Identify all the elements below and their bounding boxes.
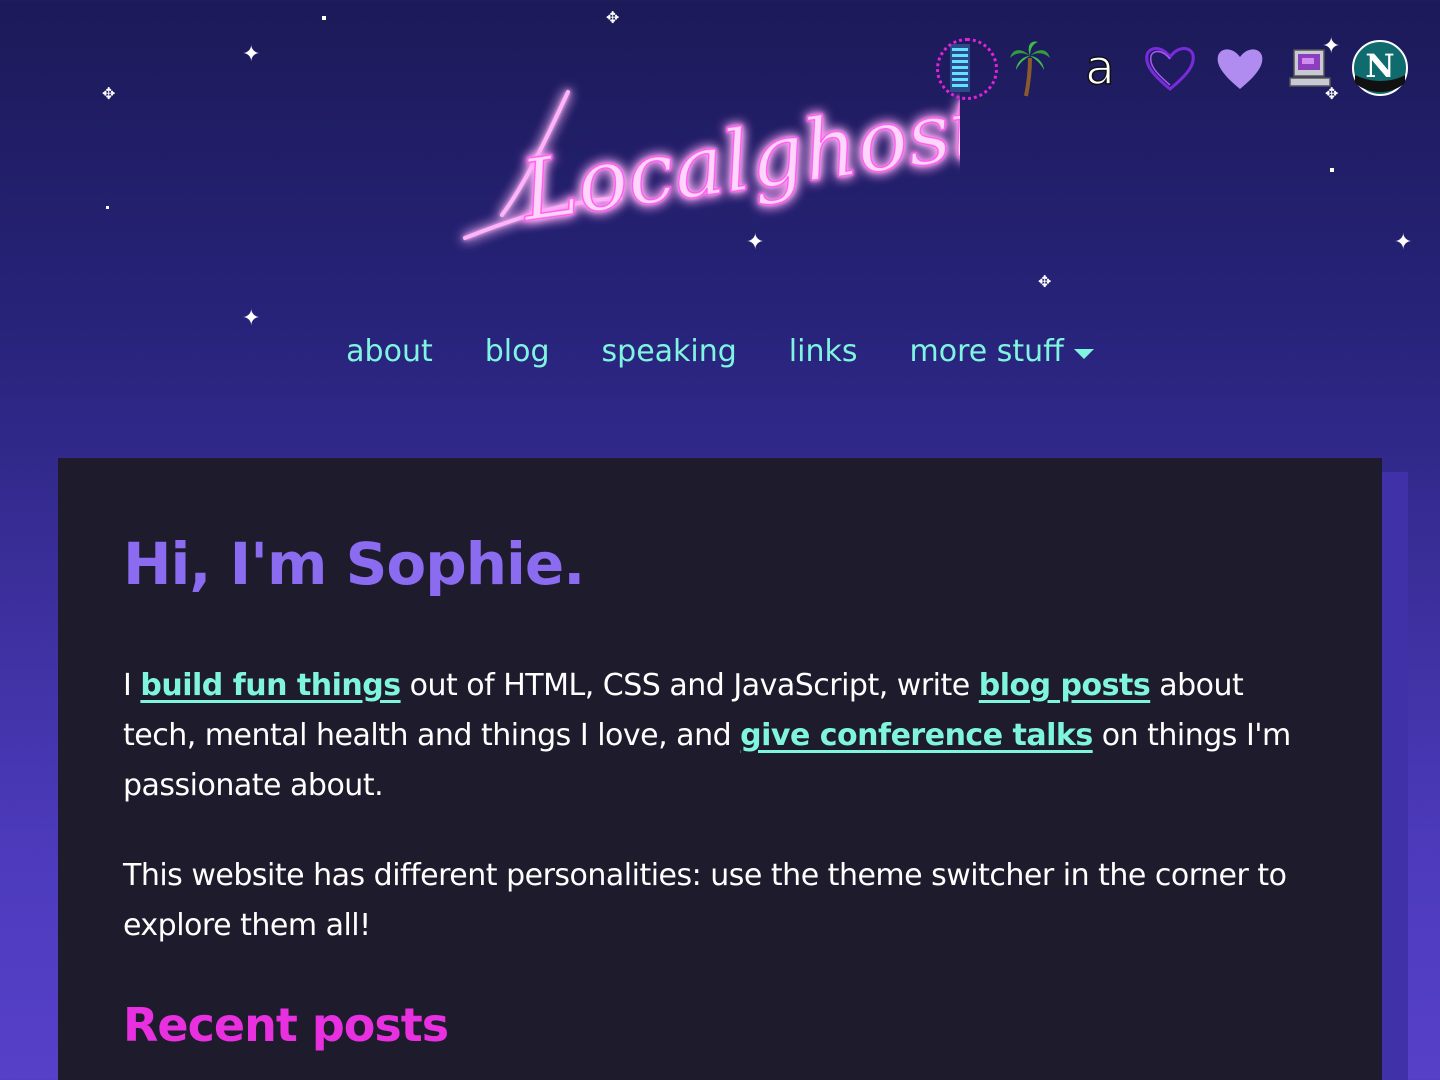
netscape-icon: N (1352, 40, 1408, 96)
sparkle-icon: ✦ (242, 42, 261, 67)
nav-blog[interactable]: blog (485, 334, 550, 369)
sparkle-icon: ✥ (1038, 272, 1052, 291)
intro-card: Hi, I'm Sophie. I build fun things out o… (58, 458, 1382, 1080)
caret-down-icon (1073, 348, 1094, 359)
recent-posts-heading: Recent posts (123, 998, 449, 1052)
nav-more-stuff[interactable]: more stuff (909, 334, 1094, 369)
nav-more-stuff-label: more stuff (909, 334, 1064, 369)
sparkle-icon: ✥ (102, 84, 116, 103)
personalities-paragraph: This website has different personalities… (123, 858, 1287, 943)
star-dot (322, 16, 326, 20)
nav-about[interactable]: about (346, 334, 433, 369)
theme-switcher: a N (930, 36, 1410, 100)
letter-a-icon: a (1085, 40, 1116, 96)
sparkle-icon: ✦ (1394, 230, 1413, 255)
theme-option-a[interactable]: a (1070, 36, 1130, 100)
server-rack-icon (950, 44, 970, 92)
intro-text: out of HTML, CSS and JavaScript, write (400, 668, 979, 703)
build-fun-things-link[interactable]: build fun things (140, 668, 401, 703)
conference-talks-link[interactable]: give conference talks (740, 718, 1093, 753)
palm-tree-icon (1010, 41, 1050, 97)
intro-text: I (123, 668, 141, 703)
theme-option-computer[interactable] (1280, 36, 1340, 100)
main-nav: about blog speaking links more stuff (0, 334, 1440, 369)
retro-computer-icon (1289, 49, 1331, 87)
nav-speaking[interactable]: speaking (602, 334, 737, 369)
intro-paragraph: I build fun things out of HTML, CSS and … (123, 661, 1318, 811)
sparkle-icon: ✥ (606, 8, 620, 27)
sparkle-icon: ✦ (242, 306, 261, 331)
logo-text: Localghost (513, 78, 960, 240)
star-dot (1330, 168, 1334, 172)
theme-option-palm[interactable] (1000, 36, 1060, 100)
page-title: Hi, I'm Sophie. (123, 530, 585, 598)
theme-option-netscape[interactable]: N (1350, 36, 1410, 100)
theme-option-heart-outline[interactable] (1140, 36, 1200, 100)
theme-option-heart[interactable] (1210, 36, 1270, 100)
theme-option-server[interactable] (930, 36, 998, 100)
svg-text:N: N (1365, 47, 1394, 85)
site-logo[interactable]: Localghost (450, 70, 960, 260)
blog-posts-link[interactable]: blog posts (979, 668, 1151, 703)
heart-filled-icon (1217, 49, 1263, 89)
nav-links[interactable]: links (789, 334, 858, 369)
star-dot (106, 206, 109, 209)
heart-outline-icon (1145, 47, 1195, 91)
